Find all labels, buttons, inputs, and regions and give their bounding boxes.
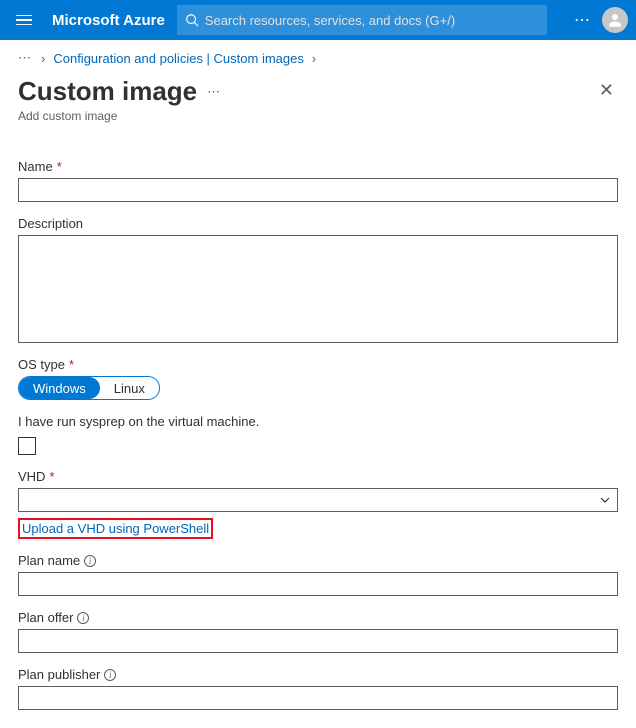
- info-icon[interactable]: i: [84, 555, 96, 567]
- os-type-toggle: Windows Linux: [18, 376, 160, 400]
- avatar[interactable]: [602, 7, 628, 33]
- plan-name-label: Plan name i: [18, 553, 618, 568]
- description-input[interactable]: [18, 235, 618, 343]
- breadcrumb-more-icon[interactable]: ⋯: [18, 50, 33, 66]
- chevron-down-icon: [599, 494, 611, 506]
- info-icon[interactable]: i: [77, 612, 89, 624]
- sysprep-checkbox[interactable]: [18, 437, 36, 455]
- chevron-right-icon: ›: [312, 51, 316, 66]
- vhd-label: VHD*: [18, 469, 618, 484]
- os-type-label: OS type*: [18, 357, 618, 372]
- brand-label: Microsoft Azure: [52, 12, 165, 29]
- description-label: Description: [18, 216, 618, 231]
- menu-icon[interactable]: [8, 4, 40, 36]
- title-more-icon[interactable]: ⋯: [207, 84, 222, 100]
- close-icon[interactable]: ✕: [595, 76, 618, 105]
- page-title: Custom image: [18, 76, 197, 107]
- vhd-dropdown[interactable]: [18, 488, 618, 512]
- upload-vhd-link[interactable]: Upload a VHD using PowerShell: [18, 518, 213, 539]
- info-icon[interactable]: i: [104, 669, 116, 681]
- plan-name-input[interactable]: [18, 572, 618, 596]
- plan-publisher-label: Plan publisher i: [18, 667, 618, 682]
- search-box[interactable]: [177, 5, 547, 35]
- chevron-right-icon: ›: [41, 51, 45, 66]
- more-icon[interactable]: ⋯: [574, 10, 592, 30]
- breadcrumb: ⋯ › Configuration and policies | Custom …: [0, 40, 636, 76]
- sysprep-label: I have run sysprep on the virtual machin…: [18, 414, 618, 429]
- page-header: Custom image ⋯ Add custom image ✕: [0, 76, 636, 123]
- name-input[interactable]: [18, 178, 618, 202]
- search-input[interactable]: [205, 13, 539, 28]
- plan-offer-label: Plan offer i: [18, 610, 618, 625]
- breadcrumb-link[interactable]: Configuration and policies | Custom imag…: [53, 51, 304, 66]
- page-subtitle: Add custom image: [18, 109, 222, 123]
- name-label: Name*: [18, 159, 618, 174]
- form: Name* Description OS type* Windows Linux…: [0, 123, 636, 728]
- os-option-windows[interactable]: Windows: [19, 377, 100, 399]
- os-option-linux[interactable]: Linux: [100, 377, 159, 399]
- top-bar: Microsoft Azure ⋯: [0, 0, 636, 40]
- top-actions: ⋯: [574, 7, 628, 33]
- user-icon: [606, 11, 624, 29]
- search-icon: [185, 13, 199, 27]
- plan-offer-input[interactable]: [18, 629, 618, 653]
